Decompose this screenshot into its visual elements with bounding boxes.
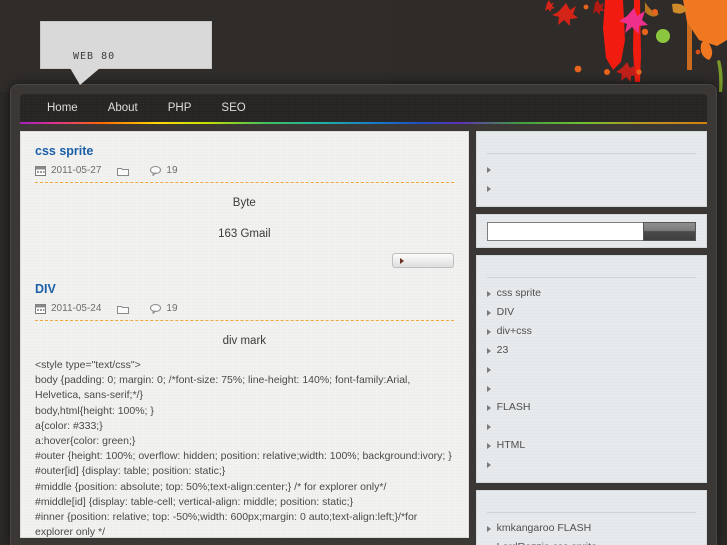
nav-item-php[interactable]: PHP [153,94,207,122]
post-category-group[interactable] [117,304,134,314]
post-body-line: 163 Gmail [218,228,271,240]
main-navigation: Home About PHP SEO [20,94,707,122]
list-item[interactable]: css sprite [486,284,696,303]
paint-splatter-graphic [387,0,727,92]
list-item[interactable]: 23 [486,341,696,360]
list-item[interactable] [486,379,696,398]
main-column: css sprite 2011-05-27 19 Byte 163 Gmail … [20,131,469,538]
list-item[interactable]: kmkangaroo FLASH [486,519,696,538]
bullet-arrow-icon [486,328,491,335]
post-comments-group[interactable]: 19 [150,303,178,314]
bullet-arrow-icon [486,525,491,532]
sidebar-widget-comments: kmkangaroo FLASH LordRazzia css sprite c… [475,490,707,545]
post-readmore-row [35,247,454,272]
folder-icon [117,166,130,176]
list-item[interactable] [486,160,696,179]
bullet-arrow-icon [486,347,491,354]
comment-bubble-icon [150,165,162,176]
post-item: DIV 2011-05-24 19 div mark <style type="… [35,282,454,538]
list-item[interactable]: div+css [486,322,696,341]
list-item[interactable] [486,455,696,474]
list-item[interactable] [486,360,696,379]
post-body-line: Byte [232,197,256,209]
sidebar: css sprite DIV div+css 23 FLASH HTML kmk… [475,131,707,545]
widget-list: css sprite DIV div+css 23 FLASH HTML [486,284,696,474]
list-item[interactable] [486,179,696,198]
post-category-group[interactable] [117,166,134,176]
post-meta: 2011-05-27 19 [35,165,454,183]
bullet-arrow-icon [486,442,491,449]
widget-header [486,140,696,154]
post-date: 2011-05-24 [51,303,102,314]
post-comment-count: 19 [166,303,178,314]
bullet-arrow-icon [486,309,491,316]
post-comments-group[interactable]: 19 [150,165,178,176]
post-title[interactable]: DIV [35,282,454,296]
page-shell: Home About PHP SEO css sprite 2011-05-27 [10,84,717,545]
bullet-arrow-icon [486,290,491,297]
content-area: css sprite 2011-05-27 19 Byte 163 Gmail … [20,124,707,545]
widget-header [486,499,696,513]
post-comment-count: 19 [166,165,178,176]
widget-header [486,264,696,278]
post-body: Byte 163 Gmail [35,187,454,272]
post-item: css sprite 2011-05-27 19 Byte 163 Gmail [35,144,454,272]
post-title[interactable]: css sprite [35,144,454,158]
list-item-label: DIV [496,306,515,318]
calendar-icon [35,303,46,314]
folder-icon [117,304,130,314]
post-code-block: <style type="text/css"> body {padding: 0… [35,359,452,538]
list-item-label: css sprite [496,287,541,299]
list-item-label: FLASH [496,401,531,413]
list-item[interactable]: FLASH [486,398,696,417]
widget-list: kmkangaroo FLASH LordRazzia css sprite c… [486,519,696,545]
list-item[interactable]: DIV [486,303,696,322]
bullet-arrow-icon [486,404,491,411]
sidebar-widget-searchbox [475,214,707,248]
post-meta: 2011-05-24 19 [35,303,454,321]
calendar-icon [35,165,46,176]
post-body-line: div mark [222,335,267,347]
nav-item-home[interactable]: Home [32,94,93,122]
list-item-label: 23 [496,344,509,356]
bubble-tail [70,68,100,85]
list-item[interactable]: LordRazzia css sprite [486,538,696,545]
post-date-group: 2011-05-27 [35,165,101,176]
bullet-arrow-icon [486,366,491,373]
list-item-label: div+css [496,325,532,337]
read-more-button[interactable] [391,253,454,268]
list-item[interactable]: HTML [486,436,696,455]
bullet-arrow-icon [486,185,491,192]
site-logo-text: WEB 80 [73,51,116,62]
list-item-label: LordRazzia css sprite [497,538,597,545]
play-arrow-icon [399,257,404,264]
search-input[interactable] [486,222,643,241]
site-logo-bubble[interactable]: WEB 80 [40,21,212,85]
search-submit-button[interactable] [643,222,696,241]
list-item[interactable] [486,417,696,436]
bullet-arrow-icon [486,385,491,392]
list-item-label: kmkangaroo FLASH [496,522,592,534]
widget-list [486,160,696,198]
bullet-arrow-icon [486,423,491,430]
sidebar-widget-search [475,131,707,207]
sidebar-widget-articles: css sprite DIV div+css 23 FLASH HTML [475,255,707,483]
post-date: 2011-05-27 [51,165,102,176]
site-banner: WEB 80 [0,0,727,92]
post-body: div mark <style type="text/css"> body {p… [35,325,454,538]
search-form [486,222,696,241]
comment-bubble-icon [150,303,162,314]
bullet-arrow-icon [486,461,491,468]
nav-item-about[interactable]: About [93,94,153,122]
list-item-label: HTML [496,439,526,451]
nav-item-seo[interactable]: SEO [206,94,260,122]
bullet-arrow-icon [486,166,491,173]
post-date-group: 2011-05-24 [35,303,101,314]
